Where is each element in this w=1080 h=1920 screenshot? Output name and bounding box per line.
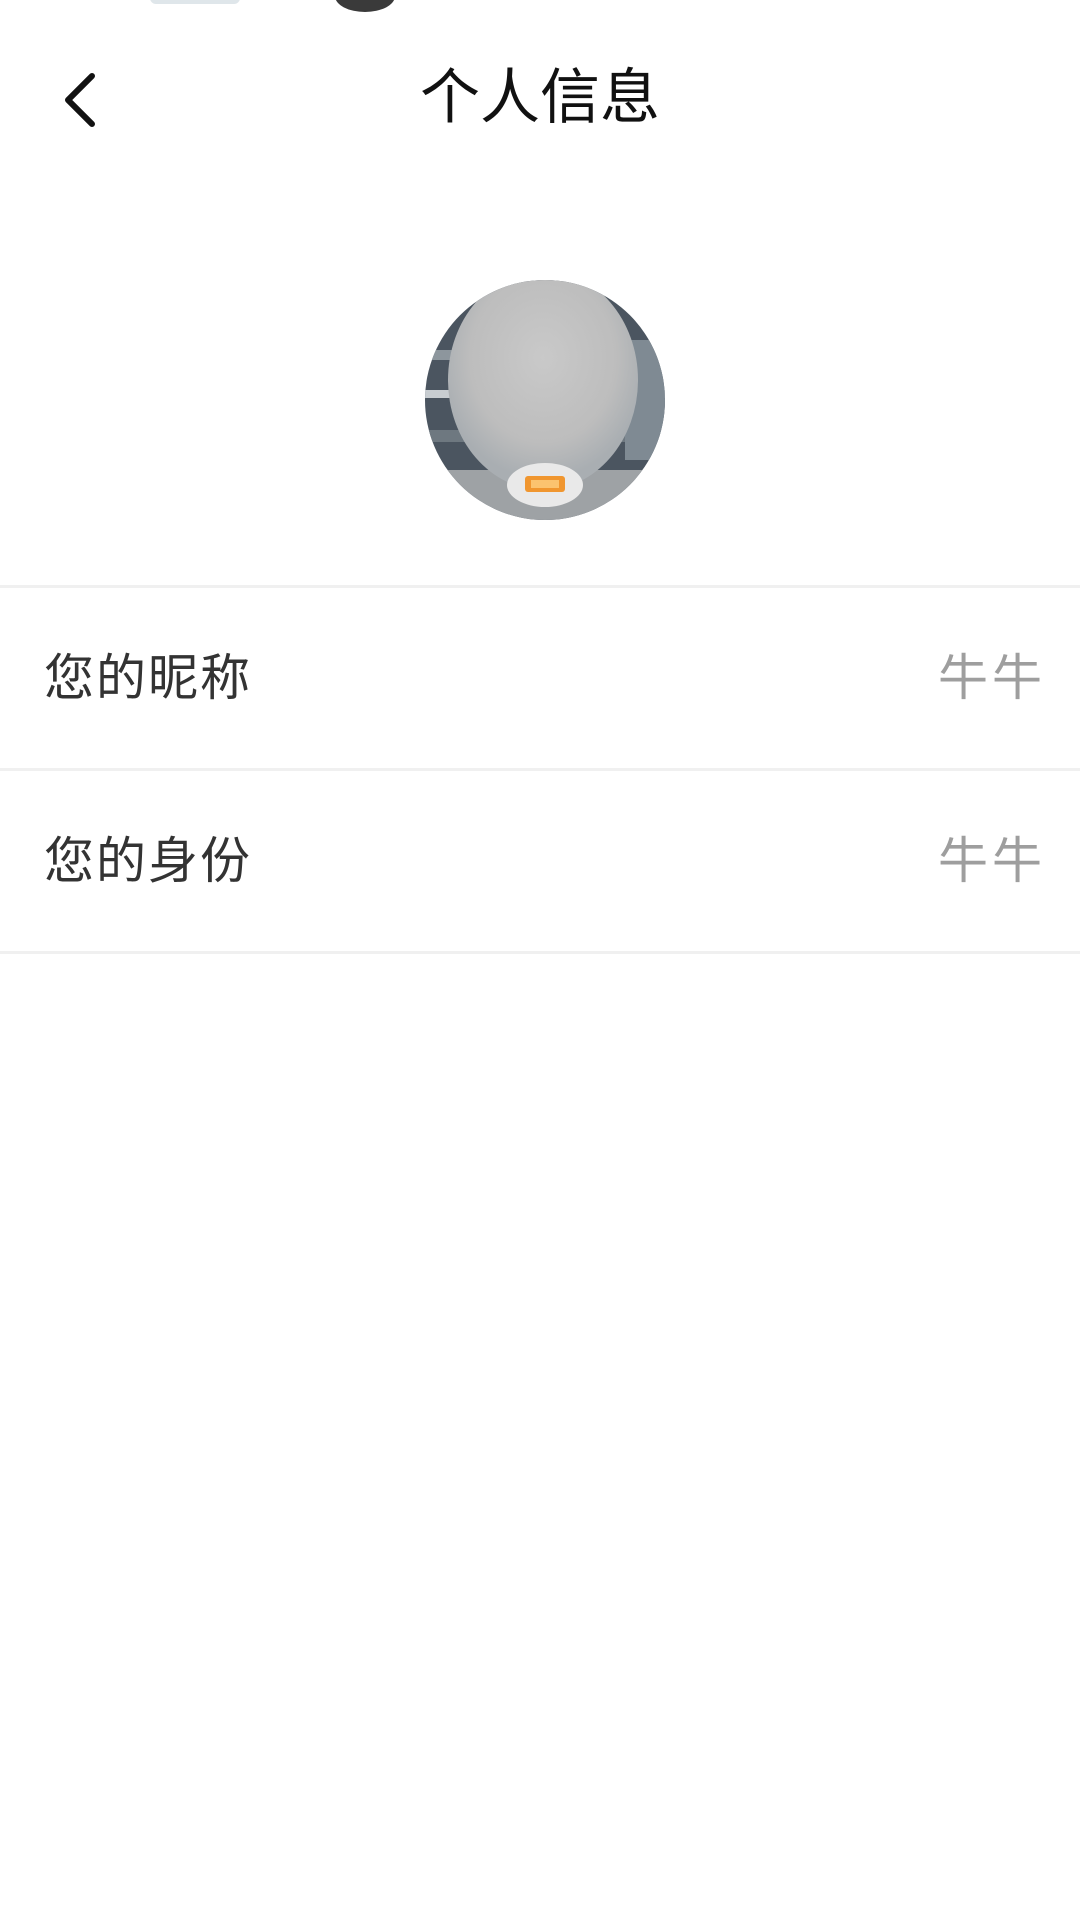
status-indicator-icon [335,0,395,12]
nickname-label: 您的昵称 [44,649,252,707]
page-title: 个人信息 [420,63,660,133]
divider [0,951,1080,954]
status-icons [150,0,240,4]
avatar-image [425,280,665,520]
identity-value: 牛牛 [938,832,1046,890]
nickname-value: 牛牛 [938,649,1046,707]
personal-info-page: 个人信息 您的昵称 牛牛 您的身份 牛牛 [0,0,1080,1920]
header-bar: 个人信息 [0,40,1080,150]
status-bar [0,0,1080,14]
nickname-row[interactable]: 您的昵称 牛牛 [0,588,1080,768]
identity-label: 您的身份 [44,832,252,890]
avatar[interactable] [425,280,665,520]
identity-row[interactable]: 您的身份 牛牛 [0,771,1080,951]
